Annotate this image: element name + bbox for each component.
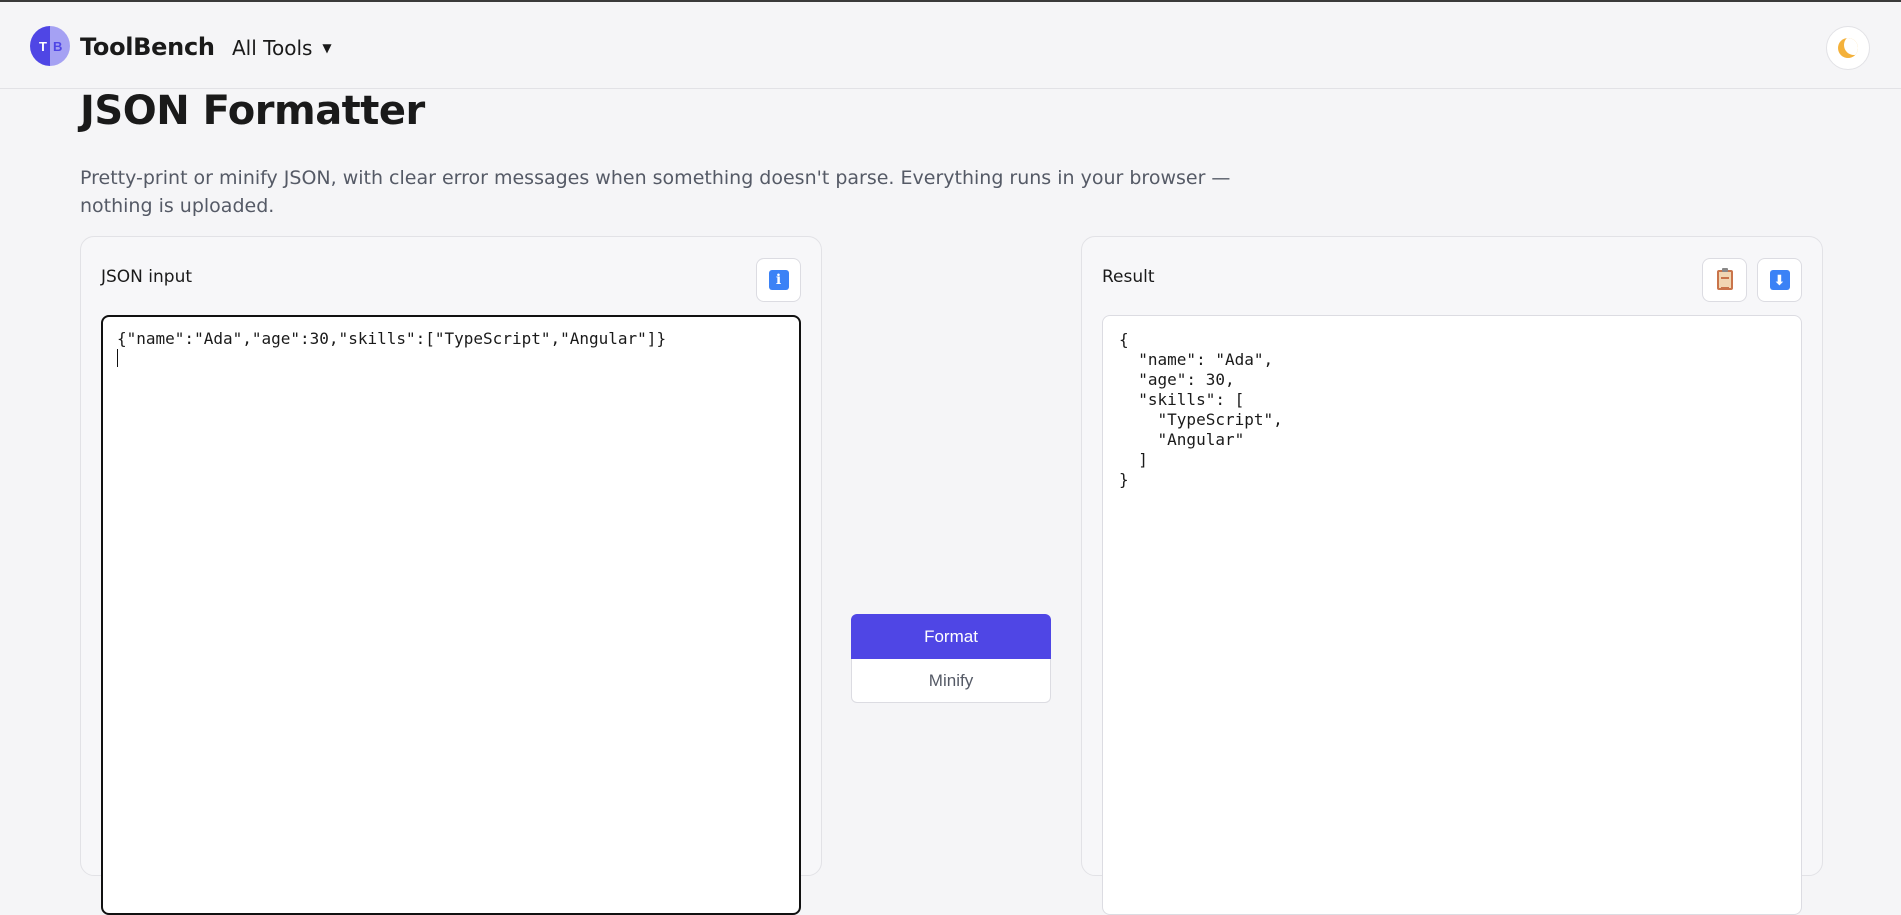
minify-button[interactable]: Minify xyxy=(851,659,1051,703)
brand-name[interactable]: ToolBench xyxy=(80,33,215,61)
clipboard-icon xyxy=(1716,268,1733,290)
action-buttons: Format Minify xyxy=(851,614,1051,703)
result-output[interactable]: { "name": "Ada", "age": 30, "skills": [ … xyxy=(1102,315,1802,915)
copy-button[interactable] xyxy=(1702,258,1747,302)
download-button[interactable]: ⬇ xyxy=(1757,258,1802,302)
logo-letter-right: B xyxy=(50,26,70,66)
result-card-title: Result xyxy=(1102,267,1155,287)
download-icon: ⬇ xyxy=(1769,270,1790,290)
all-tools-label: All Tools xyxy=(232,36,313,60)
top-bar: T B ToolBench All Tools ▼ xyxy=(0,0,1901,89)
result-card: Result ⬇ { "name": "Ada", "age": 30, "sk… xyxy=(1081,236,1823,915)
text-cursor xyxy=(117,349,118,367)
json-input-card: JSON input i {"name":"Ada","age":30,"ski… xyxy=(80,236,822,915)
page-title: JSON Formatter xyxy=(80,88,425,134)
caret-down-icon: ▼ xyxy=(322,41,332,55)
json-input-textarea[interactable]: {"name":"Ada","age":30,"skills":["TypeSc… xyxy=(101,315,801,915)
format-button[interactable]: Format xyxy=(851,614,1051,659)
moon-icon xyxy=(1838,38,1858,58)
logo-letter-left: T xyxy=(30,26,50,66)
json-input-value: {"name":"Ada","age":30,"skills":["TypeSc… xyxy=(117,329,667,348)
all-tools-menu[interactable]: All Tools ▼ xyxy=(232,36,332,60)
info-icon: i xyxy=(768,270,789,290)
theme-toggle-button[interactable] xyxy=(1826,26,1870,70)
page-description: Pretty-print or minify JSON, with clear … xyxy=(80,167,1231,217)
info-button[interactable]: i xyxy=(756,258,801,302)
input-card-title: JSON input xyxy=(101,267,193,287)
logo[interactable]: T B xyxy=(30,26,70,66)
